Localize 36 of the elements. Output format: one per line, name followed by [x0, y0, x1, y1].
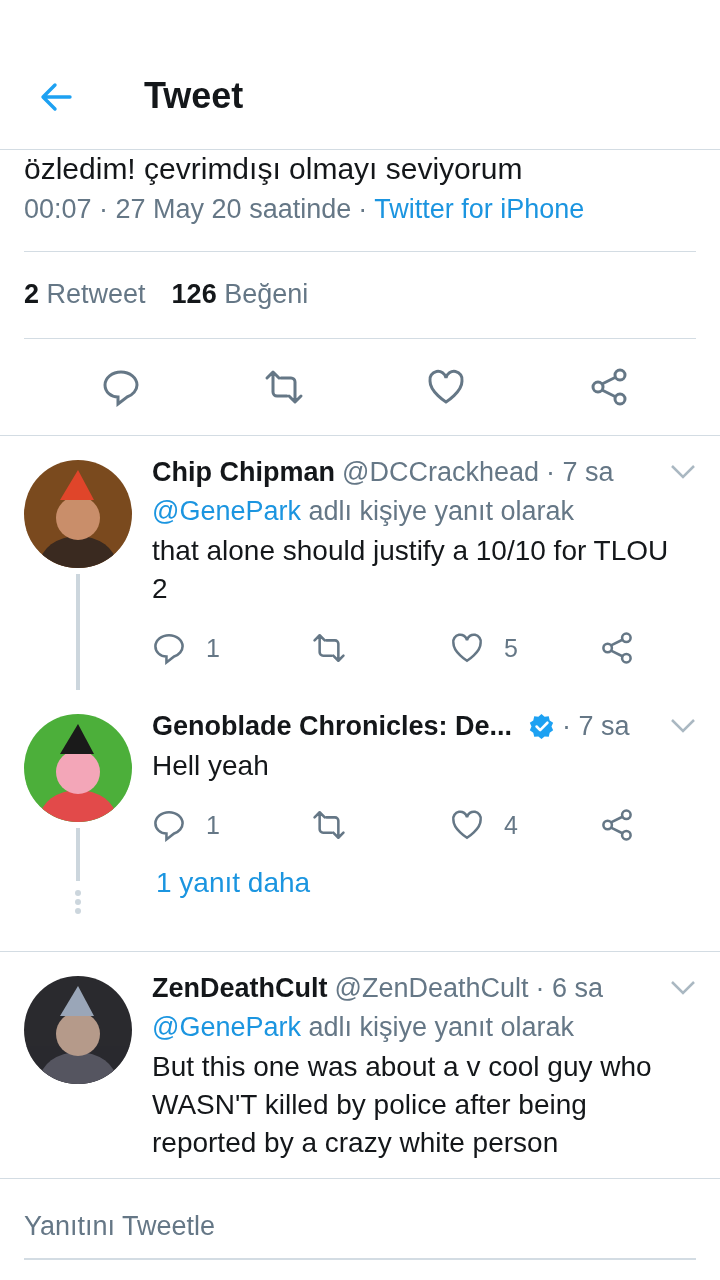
reply-text: Hell yeah — [152, 749, 270, 783]
retweet-stat[interactable]: 2 Retweet — [24, 279, 146, 310]
heart-icon — [449, 808, 484, 842]
user-name[interactable]: Genoblade Chronicles: De... — [152, 710, 513, 742]
reply-context: @GenePark adlı kişiye yanıt olarak — [152, 1012, 576, 1043]
user-name[interactable]: Chip Chipman — [152, 456, 335, 488]
user-handle[interactable]: @DCCrackhead — [342, 456, 539, 488]
like-stat[interactable]: 126 Beğeni — [171, 279, 309, 310]
reply-context: @GenePark adlı kişiye yanıt olarak — [152, 496, 576, 527]
more-replies-link[interactable]: 1 yanıt daha — [156, 867, 311, 899]
reply-icon — [152, 808, 186, 842]
retweet-icon[interactable] — [311, 808, 346, 842]
tweet-timestamp: 00:07 · 27 May 20 saatinde — [24, 194, 352, 225]
reply-time: · 6 sa — [535, 972, 604, 1004]
like-button[interactable]: 4 — [449, 808, 518, 842]
user-name[interactable]: ZenDeathCult — [152, 972, 328, 1004]
like-button[interactable]: 5 — [449, 631, 518, 665]
mention-link[interactable]: @GenePark — [152, 496, 301, 526]
heart-icon — [449, 631, 484, 665]
user-handle[interactable]: @ZenDeathCult — [334, 972, 529, 1004]
retweet-icon[interactable] — [311, 631, 346, 665]
source-link[interactable]: Twitter for iPhone — [374, 194, 585, 225]
header-title: Tweet — [144, 75, 244, 117]
separator-dot: · — [358, 194, 368, 225]
reply-button[interactable]: 1 — [152, 808, 220, 842]
reply-icon — [152, 631, 186, 665]
tweet-text: özledim! çevrimdışı olmayı seviyorum — [24, 152, 524, 186]
share-icon[interactable] — [599, 631, 634, 665]
more-dots-icon — [74, 889, 82, 915]
reply-button[interactable]: 1 — [152, 631, 220, 665]
reply-time: · 7 sa — [546, 456, 614, 488]
reply-text: that alone should justify a 10/10 for TLOU 2 — [152, 534, 670, 606]
reply-text: But this one was about a v cool guy who WASN'T killed by police after being reported by a crazy white person — [152, 1050, 653, 1160]
reply-time: · 7 sa — [562, 710, 630, 742]
share-icon[interactable] — [599, 808, 634, 842]
mention-link[interactable]: @GenePark — [152, 1012, 301, 1042]
